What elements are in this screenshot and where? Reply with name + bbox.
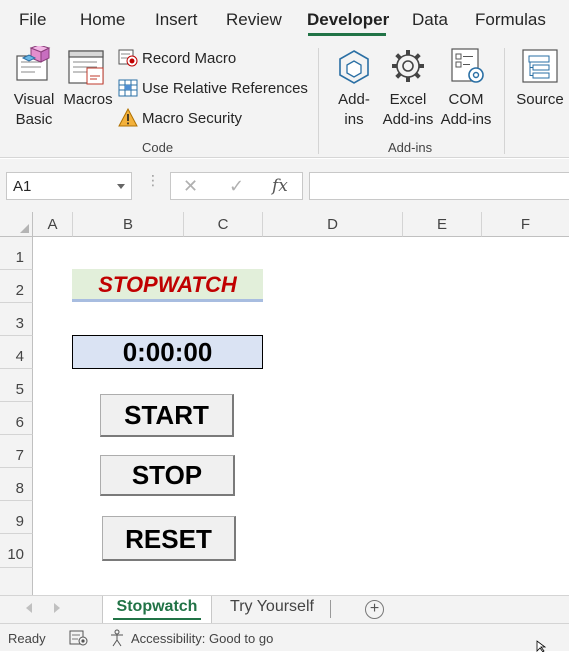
macros-label: Macros [63,91,113,108]
xml-source-icon [522,49,558,83]
gear-icon [392,50,424,82]
macro-security-label: Macro Security [142,110,243,127]
accessibility-icon[interactable] [109,629,127,647]
cancel-icon[interactable]: ✕ [183,176,198,197]
row-header[interactable]: 3 [0,303,33,336]
active-tab-indicator [308,33,386,36]
stopwatch-title: STOPWATCH [72,269,263,302]
formula-controls: ✕ ✓ fx [170,172,303,200]
ribbon: Visual Basic Macros Record Macro Use Rel… [0,40,569,158]
record-macro-label: Record Macro [142,50,237,67]
start-button[interactable]: START [100,394,234,437]
column-header[interactable]: A [33,212,73,237]
com-add-ins-icon [451,48,484,83]
enter-icon[interactable]: ✓ [229,176,244,197]
accessibility-status[interactable]: Accessibility: Good to go [131,631,273,646]
tab-divider [330,600,331,618]
row-header-filler [0,568,33,595]
record-macro-icon [118,49,138,67]
visual-basic-icon [16,46,51,81]
status-bar: Ready Accessibility: Good to go [0,623,569,652]
sheet-tab-bar: Stopwatch Try Yourself + [0,595,569,623]
add-sheet-icon[interactable]: + [365,600,384,619]
macro-recording-icon[interactable] [69,630,89,646]
worksheet-grid: A B C D E F 1 2 3 4 5 6 7 8 9 10 STOPWAT… [0,212,569,595]
tab-review[interactable]: Review [226,10,282,30]
row-header[interactable]: 4 [0,336,33,369]
formula-bar: A1 ⋮ ✕ ✓ fx [0,159,569,212]
scroll-left-icon[interactable] [26,603,32,613]
column-header[interactable]: D [263,212,403,237]
add-ins-label-line1: Add- [338,91,370,108]
column-header[interactable]: E [403,212,482,237]
ribbon-group-separator [504,48,505,154]
sheet-tab-label: Try Yourself [230,598,314,615]
formula-input[interactable] [309,172,569,200]
status-ready: Ready [8,631,46,646]
tab-file[interactable]: File [19,10,46,30]
scroll-right-icon[interactable] [54,603,60,613]
stop-button[interactable]: STOP [100,455,235,496]
visual-basic-label-line1: Visual [13,91,55,108]
reset-button[interactable]: RESET [102,516,236,561]
tab-formulas[interactable]: Formulas [475,10,546,30]
com-add-ins-label-line2: Add-ins [440,111,492,128]
row-header[interactable]: 7 [0,435,33,468]
source-label: Source [516,91,564,108]
warning-icon [118,108,138,127]
sheet-tab-try-yourself[interactable]: Try Yourself [216,596,328,623]
select-all-corner[interactable] [0,212,33,237]
com-add-ins-label-line1: COM [448,91,484,108]
row-header[interactable]: 6 [0,402,33,435]
macros-icon [68,50,104,85]
excel-add-ins-label-line1: Excel [389,91,427,108]
use-relative-references-label: Use Relative References [142,80,308,97]
ribbon-group-separator [318,48,319,154]
sheet-tab-label: Stopwatch [116,598,198,615]
column-header[interactable]: C [184,212,263,237]
formula-bar-grip[interactable]: ⋮ [146,173,160,195]
tab-insert[interactable]: Insert [155,10,198,30]
tab-home[interactable]: Home [80,10,125,30]
timer-display: 0:00:00 [72,335,263,369]
tab-developer[interactable]: Developer [307,10,389,30]
tab-data[interactable]: Data [412,10,448,30]
name-box-value: A1 [13,178,32,195]
mouse-pointer-icon [536,640,547,652]
add-ins-icon [339,50,369,84]
relative-references-icon [118,79,138,97]
column-header[interactable]: B [73,212,184,237]
add-ins-label-line2: ins [344,111,364,128]
row-header[interactable]: 10 [0,534,33,568]
column-header[interactable]: F [482,212,569,237]
insert-function-icon[interactable]: fx [272,176,288,196]
add-ins-group-label: Add-ins [388,140,433,155]
chevron-down-icon[interactable] [117,184,125,189]
visual-basic-label-line2: Basic [15,111,53,128]
row-header[interactable]: 8 [0,468,33,501]
menu-bar: File Home Insert Review Developer Data F… [0,0,569,40]
row-header[interactable]: 2 [0,270,33,303]
name-box[interactable]: A1 [6,172,132,200]
row-header[interactable]: 9 [0,501,33,534]
code-group-label: Code [142,140,174,155]
row-header[interactable]: 1 [0,237,33,270]
excel-add-ins-label-line2: Add-ins [382,111,434,128]
row-header[interactable]: 5 [0,369,33,402]
sheet-tab-stopwatch[interactable]: Stopwatch [102,596,212,623]
